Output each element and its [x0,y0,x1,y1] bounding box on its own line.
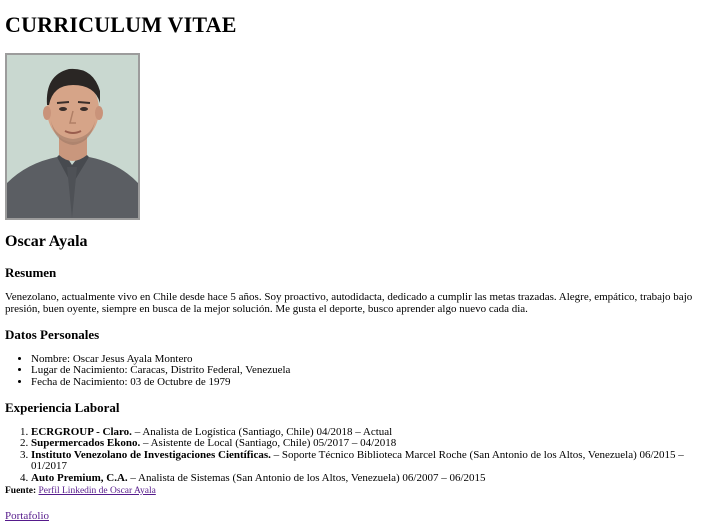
summary-text: Venezolano, actualmente vivo en Chile de… [5,291,693,315]
portfolio-link[interactable]: Portafolio [5,510,49,522]
personal-data-list: Nombre: Oscar Jesus Ayala Montero Lugar … [5,353,290,388]
company-name: Auto Premium, C.A. [31,471,128,484]
linkedin-profile-link[interactable]: Perfil Linkedin de Oscar Ayala [39,486,156,496]
source-line: Fuente: Perfil Linkedin de Oscar Ayala [5,486,156,496]
company-name: Supermercados Ekono. [31,437,141,450]
personal-data-heading: Datos Personales [5,327,100,342]
experience-list: ECRGROUP - Claro. – Analista de Logístic… [5,426,720,484]
profile-photo [5,53,140,220]
job-detail: – Analista de Logística (Santiago, Chile… [131,426,393,438]
experience-heading: Experiencia Laboral [5,400,120,415]
company-name: ECRGROUP - Claro. [31,426,132,438]
summary-heading: Resumen [5,265,57,280]
job-detail: – Analista de Sistemas (San Antonio de l… [127,471,486,484]
company-name: Instituto Venezolano de Investigaciones … [31,448,271,461]
list-item: Instituto Venezolano de Investigaciones … [31,448,720,473]
profile-photo-image [7,55,138,218]
page-title: CURRICULUM VITAE [5,12,237,37]
source-label: Fuente: [5,486,37,496]
person-name: Oscar Ayala [5,233,88,250]
job-detail: – Asistente de Local (Santiago, Chile) 0… [140,437,397,450]
list-item: Auto Premium, C.A. – Analista de Sistema… [31,471,720,484]
list-item: Fecha de Nacimiento: 03 de Octubre de 19… [31,376,290,388]
